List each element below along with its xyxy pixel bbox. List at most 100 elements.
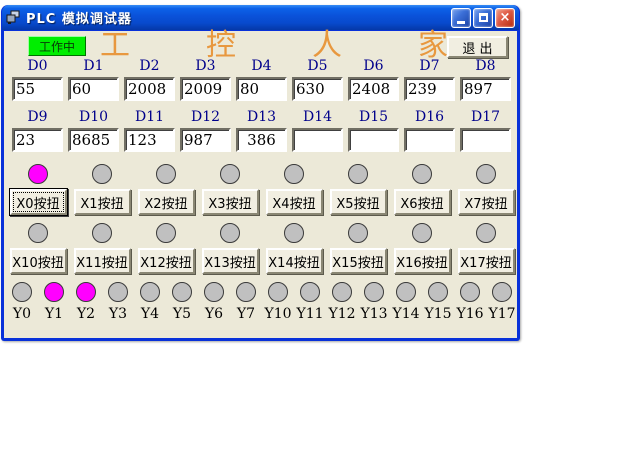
x-io-cell: X4按扭 — [262, 164, 326, 215]
x11-button[interactable]: X11按扭 — [74, 248, 131, 274]
x7-button[interactable]: X7按扭 — [458, 189, 515, 215]
window-controls: × — [451, 8, 515, 28]
minimize-icon[interactable] — [451, 8, 471, 28]
d0-input[interactable] — [12, 77, 63, 101]
x5-indicator-light — [348, 164, 368, 184]
x10-button[interactable]: X10按扭 — [10, 248, 67, 274]
exit-button[interactable]: 退 出 — [447, 36, 508, 58]
d1-input[interactable] — [68, 77, 119, 101]
x1-indicator-light — [92, 164, 112, 184]
maximize-icon[interactable] — [473, 8, 493, 28]
d0-label: D0 — [12, 59, 63, 74]
d6-label: D6 — [348, 59, 399, 74]
y14-label: Y14 — [392, 306, 419, 322]
y-output-cell: Y14 — [390, 282, 422, 322]
y-output-cell: Y3 — [102, 282, 134, 322]
x16-button[interactable]: X16按扭 — [394, 248, 451, 274]
x3-indicator-light — [220, 164, 240, 184]
client-area: 工作中 工控人家 退 出 D0D1D2D3D4D5D6D7D8 D9D10D11… — [4, 31, 517, 338]
x-io-cell: X5按扭 — [326, 164, 390, 215]
x-io-cell: X2按扭 — [134, 164, 198, 215]
d12-input[interactable] — [180, 128, 231, 152]
x-io-cell: X14按扭 — [262, 223, 326, 274]
x4-indicator-light — [284, 164, 304, 184]
y16-indicator-light — [460, 282, 480, 302]
y7-label: Y7 — [237, 306, 255, 322]
x-io-cell: X3按扭 — [198, 164, 262, 215]
y0-indicator-light — [12, 282, 32, 302]
d2-input[interactable] — [124, 77, 175, 101]
x0-button[interactable]: X0按扭 — [10, 189, 67, 215]
d7-input[interactable] — [404, 77, 455, 101]
x-io-cell: X6按扭 — [390, 164, 454, 215]
d15-label: D15 — [348, 110, 399, 125]
d6-input[interactable] — [348, 77, 399, 101]
y1-indicator-light — [44, 282, 64, 302]
d4-input[interactable] — [236, 77, 287, 101]
d-register-cell: D4 — [236, 59, 287, 101]
d16-input[interactable] — [404, 128, 455, 152]
d12-label: D12 — [180, 110, 231, 125]
maximize-glyph — [479, 13, 488, 22]
d9-input[interactable] — [12, 128, 63, 152]
x14-indicator-light — [284, 223, 304, 243]
close-icon[interactable]: × — [495, 8, 515, 28]
d14-input[interactable] — [292, 128, 343, 152]
y10-indicator-light — [268, 282, 288, 302]
desktop: PLC 模拟调试器 × 工作中 工控人家 退 出 D0D1D2D3D4D5D6D… — [0, 0, 631, 459]
d16-label: D16 — [404, 110, 455, 125]
x15-button[interactable]: X15按扭 — [330, 248, 387, 274]
x0-indicator-light — [28, 164, 48, 184]
y17-indicator-light — [492, 282, 512, 302]
d13-input[interactable] — [236, 128, 287, 152]
y-output-cell: Y15 — [422, 282, 454, 322]
x-io-cell: X0按扭 — [6, 164, 70, 215]
x14-button[interactable]: X14按扭 — [266, 248, 323, 274]
d10-input[interactable] — [68, 128, 119, 152]
y-output-cell: Y12 — [326, 282, 358, 322]
x-io-cell: X16按扭 — [390, 223, 454, 274]
x4-button[interactable]: X4按扭 — [266, 189, 323, 215]
x2-button[interactable]: X2按扭 — [138, 189, 195, 215]
x3-button[interactable]: X3按扭 — [202, 189, 259, 215]
d-register-cell: D13 — [236, 110, 287, 152]
titlebar[interactable]: PLC 模拟调试器 × — [2, 5, 519, 30]
d1-label: D1 — [68, 59, 119, 74]
y14-indicator-light — [396, 282, 416, 302]
x13-indicator-light — [220, 223, 240, 243]
x11-indicator-light — [92, 223, 112, 243]
x12-button[interactable]: X12按扭 — [138, 248, 195, 274]
d17-input[interactable] — [460, 128, 511, 152]
x-input-row-1: X0按扭 X1按扭 X2按扭 X3按扭 X4按扭 X5按扭 X6按扭 X7按扭 — [6, 164, 518, 215]
x6-button[interactable]: X6按扭 — [394, 189, 451, 215]
x1-button[interactable]: X1按扭 — [74, 189, 131, 215]
y16-label: Y16 — [456, 306, 483, 322]
d-register-cell: D7 — [404, 59, 455, 101]
y-output-cell: Y13 — [358, 282, 390, 322]
d15-input[interactable] — [348, 128, 399, 152]
d5-input[interactable] — [292, 77, 343, 101]
x13-button[interactable]: X13按扭 — [202, 248, 259, 274]
d11-input[interactable] — [124, 128, 175, 152]
y-output-cell: Y10 — [262, 282, 294, 322]
d-register-cell: D6 — [348, 59, 399, 101]
x5-button[interactable]: X5按扭 — [330, 189, 387, 215]
y15-label: Y15 — [424, 306, 451, 322]
working-status-button[interactable]: 工作中 — [28, 36, 86, 56]
y1-label: Y1 — [45, 306, 63, 322]
d14-label: D14 — [292, 110, 343, 125]
x-io-cell: X1按扭 — [70, 164, 134, 215]
y-output-cell: Y7 — [230, 282, 262, 322]
x16-indicator-light — [412, 223, 432, 243]
y-output-cell: Y6 — [198, 282, 230, 322]
d8-input[interactable] — [460, 77, 511, 101]
window-title: PLC 模拟调试器 — [26, 8, 451, 27]
d-register-row-2: D9D10D11D12D13D14D15D16D17 — [12, 110, 516, 152]
y4-indicator-light — [140, 282, 160, 302]
x17-button[interactable]: X17按扭 — [458, 248, 515, 274]
x15-indicator-light — [348, 223, 368, 243]
y0-label: Y0 — [13, 306, 31, 322]
d-register-cell: D16 — [404, 110, 455, 152]
d3-input[interactable] — [180, 77, 231, 101]
y6-label: Y6 — [205, 306, 223, 322]
